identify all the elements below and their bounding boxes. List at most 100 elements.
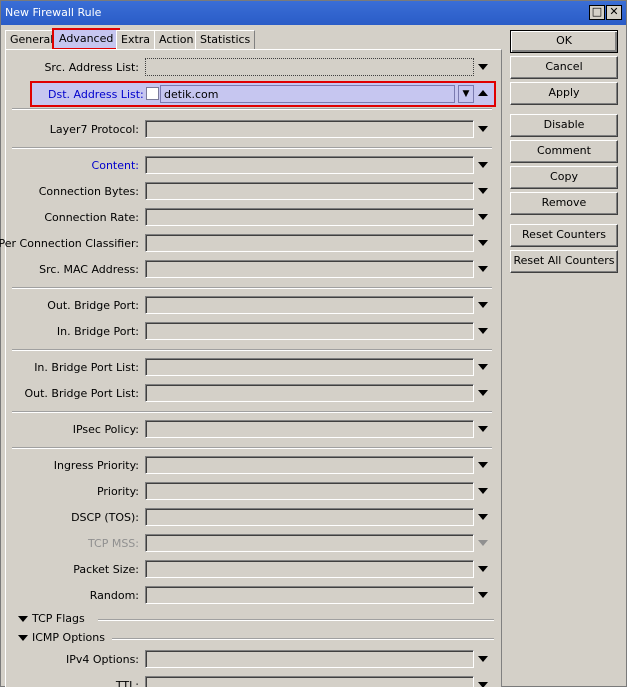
priority-field[interactable]	[145, 482, 474, 500]
packet-size-field[interactable]	[145, 560, 474, 578]
collapse-triangle-icon[interactable]	[18, 635, 28, 641]
src-address-list-field[interactable]	[145, 58, 474, 76]
separator	[12, 411, 492, 413]
window-title: New Firewall Rule	[5, 6, 102, 19]
ttl-dropdown-icon[interactable]	[478, 682, 488, 687]
connection-rate-label: Connection Rate:	[44, 211, 139, 224]
tab-advanced[interactable]: Advanced	[52, 28, 121, 50]
src-mac-address-field[interactable]	[145, 260, 474, 278]
ingress-priority-field[interactable]	[145, 456, 474, 474]
disable-button[interactable]: Disable	[510, 114, 618, 137]
ok-button[interactable]: OK	[510, 30, 618, 53]
packet-size-label: Packet Size:	[73, 563, 139, 576]
separator	[12, 287, 492, 289]
out-bridge-port-list-field[interactable]	[145, 384, 474, 402]
separator	[12, 447, 492, 449]
in-bridge-port-label: In. Bridge Port:	[56, 325, 139, 338]
layer7-protocol-field[interactable]	[145, 120, 474, 138]
connection-rate-field[interactable]	[145, 208, 474, 226]
dscp-label: DSCP (TOS):	[71, 511, 139, 524]
tab-action[interactable]: Action	[154, 30, 199, 49]
content-dropdown-icon[interactable]	[478, 162, 488, 168]
src-mac-address-label: Src. MAC Address:	[39, 263, 139, 276]
in-bridge-port-list-dropdown-icon[interactable]	[478, 364, 488, 370]
advanced-panel: Src. Address List: Dst. Address List: de…	[0, 49, 502, 687]
title-bar: New Firewall Rule □ ✕	[1, 1, 626, 25]
layer7-protocol-row: Layer7 Protocol:	[6, 118, 501, 140]
random-dropdown-icon[interactable]	[478, 592, 488, 598]
in-bridge-port-list-label: In. Bridge Port List:	[34, 361, 139, 374]
ipsec-policy-row: IPsec Policy:	[6, 418, 501, 440]
in-bridge-port-field[interactable]	[145, 322, 474, 340]
in-bridge-port-dropdown-icon[interactable]	[478, 328, 488, 334]
ipv4-options-field[interactable]	[145, 650, 474, 668]
ipsec-policy-label: IPsec Policy:	[72, 423, 139, 436]
tcp-flags-section[interactable]: TCP Flags	[14, 611, 494, 627]
collapse-triangle-icon[interactable]	[18, 616, 28, 622]
reset-counters-button[interactable]: Reset Counters	[510, 224, 618, 247]
dst-address-list-negate-checkbox[interactable]	[146, 87, 159, 100]
icmp-options-title[interactable]: ICMP Options	[32, 631, 105, 644]
layer7-protocol-label: Layer7 Protocol:	[49, 123, 139, 136]
in-bridge-port-list-row: In. Bridge Port List:	[6, 356, 501, 378]
connection-rate-row: Connection Rate:	[6, 206, 501, 228]
out-bridge-port-label: Out. Bridge Port:	[47, 299, 139, 312]
ipv4-options-dropdown-icon[interactable]	[478, 656, 488, 662]
content-field[interactable]	[145, 156, 474, 174]
priority-label: Priority:	[96, 485, 139, 498]
in-bridge-port-list-field[interactable]	[145, 358, 474, 376]
copy-button[interactable]: Copy	[510, 166, 618, 189]
out-bridge-port-dropdown-icon[interactable]	[478, 302, 488, 308]
separator	[12, 349, 492, 351]
ttl-field[interactable]	[145, 676, 474, 687]
dst-address-list-input[interactable]: detik.com	[160, 85, 455, 103]
remove-button[interactable]: Remove	[510, 192, 618, 215]
ingress-priority-dropdown-icon[interactable]	[478, 462, 488, 468]
apply-button[interactable]: Apply	[510, 82, 618, 105]
out-bridge-port-list-dropdown-icon[interactable]	[478, 390, 488, 396]
tcp-mss-field	[145, 534, 474, 552]
per-connection-classifier-field[interactable]	[145, 234, 474, 252]
per-connection-classifier-row: Per Connection Classifier:	[0, 232, 501, 254]
reset-all-counters-button[interactable]: Reset All Counters	[510, 250, 618, 273]
maximize-icon[interactable]: □	[589, 5, 605, 20]
ingress-priority-label: Ingress Priority:	[53, 459, 139, 472]
content-label[interactable]: Content:	[92, 159, 139, 172]
src-mac-address-dropdown-icon[interactable]	[478, 266, 488, 272]
comment-button[interactable]: Comment	[510, 140, 618, 163]
dst-address-list-select-icon[interactable]: ▼	[458, 85, 474, 103]
dscp-field[interactable]	[145, 508, 474, 526]
new-firewall-rule-window: New Firewall Rule □ ✕ General Advanced E…	[0, 0, 627, 687]
section-line	[112, 638, 494, 640]
separator	[12, 147, 492, 149]
layer7-protocol-dropdown-icon[interactable]	[478, 126, 488, 132]
tcp-mss-row: TCP MSS:	[6, 532, 501, 554]
src-address-list-dropdown-icon[interactable]	[478, 64, 488, 70]
random-field[interactable]	[145, 586, 474, 604]
close-icon[interactable]: ✕	[606, 5, 622, 20]
tcp-mss-dropdown-icon	[478, 540, 488, 546]
separator	[12, 108, 492, 110]
dscp-dropdown-icon[interactable]	[478, 514, 488, 520]
dscp-row: DSCP (TOS):	[6, 506, 501, 528]
random-label: Random:	[89, 589, 139, 602]
tab-extra[interactable]: Extra	[116, 30, 156, 49]
ipsec-policy-field[interactable]	[145, 420, 474, 438]
connection-bytes-field[interactable]	[145, 182, 474, 200]
in-bridge-port-row: In. Bridge Port:	[6, 320, 501, 342]
connection-rate-dropdown-icon[interactable]	[478, 214, 488, 220]
priority-dropdown-icon[interactable]	[478, 488, 488, 494]
random-row: Random:	[6, 584, 501, 606]
tcp-flags-title[interactable]: TCP Flags	[32, 612, 85, 625]
per-connection-classifier-dropdown-icon[interactable]	[478, 240, 488, 246]
src-mac-address-row: Src. MAC Address:	[6, 258, 501, 280]
out-bridge-port-field[interactable]	[145, 296, 474, 314]
icmp-options-section[interactable]: ICMP Options	[14, 630, 494, 646]
ipsec-policy-dropdown-icon[interactable]	[478, 426, 488, 432]
packet-size-dropdown-icon[interactable]	[478, 566, 488, 572]
tab-statistics[interactable]: Statistics	[195, 30, 256, 49]
dst-address-list-collapse-icon[interactable]	[478, 90, 488, 96]
connection-bytes-dropdown-icon[interactable]	[478, 188, 488, 194]
cancel-button[interactable]: Cancel	[510, 56, 618, 79]
tab-general[interactable]: General	[5, 30, 59, 49]
